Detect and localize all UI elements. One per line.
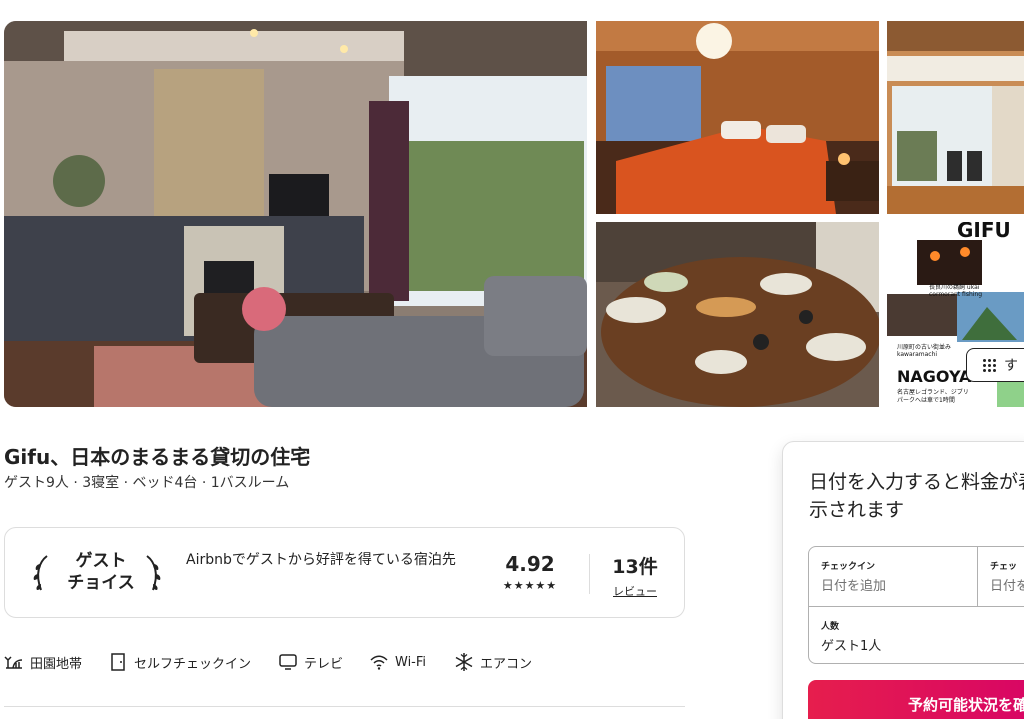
- divider: [589, 554, 590, 594]
- amenity-label: Wi-Fi: [395, 654, 427, 670]
- laurel-right-icon: [146, 555, 161, 591]
- grid-dots-icon: [983, 358, 996, 372]
- countryside-icon: [4, 656, 23, 669]
- guests-label: 人数: [821, 622, 840, 632]
- rating-block: 4.92 ★★★★★: [499, 552, 561, 592]
- reviews-block[interactable]: 13件 レビュー: [605, 552, 665, 599]
- section-divider: [4, 706, 685, 707]
- snowflake-icon: [455, 653, 473, 671]
- amenity-tv: テレビ: [278, 652, 343, 672]
- date-guest-picker: チェックイン 日付を追加 チェッ 日付を 人数 ゲスト1人: [808, 546, 1024, 664]
- tv-icon: [279, 654, 297, 670]
- map-kawaramachi-caption: 川原町の古い街並み kawaramachi: [897, 344, 952, 358]
- amenity-self-checkin: セルフチェックイン: [108, 652, 251, 672]
- review-count: 13件: [612, 556, 658, 578]
- amenity-label: セルフチェックイン: [134, 656, 252, 672]
- reviews-link[interactable]: レビュー: [605, 583, 665, 599]
- photo-bedroom[interactable]: [596, 21, 879, 214]
- amenity-label: 田園地帯: [30, 656, 83, 672]
- check-availability-button[interactable]: 予約可能状況を確: [808, 680, 1024, 719]
- guests-value: ゲスト1人: [821, 639, 882, 654]
- amenity-countryside: 田園地帯: [4, 652, 82, 672]
- checkin-value: 日付を追加: [821, 579, 887, 594]
- wifi-icon: [370, 655, 388, 670]
- photo-engawa-hallway[interactable]: [887, 21, 1024, 214]
- badge-line-1: ゲスト: [75, 551, 127, 571]
- star-rating-icon: ★★★★★: [502, 579, 558, 592]
- amenity-label: テレビ: [304, 656, 344, 672]
- guest-favorite-card: ゲスト チョイス Airbnbでゲストから好評を得ている宿泊先 4.92 ★★★…: [4, 527, 685, 618]
- rating-value: 4.92: [505, 552, 555, 576]
- checkin-label: チェックイン: [821, 562, 876, 572]
- photo-dining-table[interactable]: [596, 222, 879, 407]
- booking-card: 日付を入力すると料金が表示されます チェックイン 日付を追加 チェッ 日付を 人…: [782, 441, 1024, 719]
- listing-summary: ゲスト9人 · 3寝室 · ベッド4台 · 1バスルーム: [4, 475, 290, 491]
- map-ukai-caption: 長良川の鵜飼 ukai cormorant fishing: [929, 284, 983, 298]
- guests-field[interactable]: 人数 ゲスト1人: [809, 607, 1024, 665]
- guest-choice-badge: ゲスト チョイス: [57, 550, 145, 594]
- door-icon: [111, 653, 125, 671]
- amenity-wifi: Wi-Fi: [369, 652, 426, 672]
- show-all-label: す: [1004, 358, 1018, 374]
- map-nagoya-label: NAGOYA: [897, 367, 972, 386]
- show-all-photos-button[interactable]: す: [966, 348, 1024, 382]
- amenity-label: エアコン: [480, 656, 533, 672]
- photo-living-room[interactable]: [4, 21, 587, 407]
- map-nagoya-caption: 名古屋レゴランド、ジブリ パークへは車で1時間: [897, 389, 969, 404]
- amenity-air-conditioning: エアコン: [454, 652, 532, 672]
- listing-title: Gifu、日本のまるまる貸切の住宅: [4, 445, 311, 469]
- guest-favorite-description: Airbnbでゲストから好評を得ている宿泊先: [186, 552, 456, 568]
- checkout-label: チェッ: [990, 562, 1018, 572]
- booking-prompt: 日付を入力すると料金が表示されます: [809, 471, 1024, 521]
- map-gifu-label: GIFU: [957, 222, 1011, 242]
- checkout-field[interactable]: チェッ 日付を: [978, 547, 1024, 606]
- checkin-field[interactable]: チェックイン 日付を追加: [809, 547, 977, 606]
- badge-line-2: チョイス: [67, 573, 135, 593]
- laurel-left-icon: [33, 555, 48, 591]
- checkout-value: 日付を: [990, 579, 1024, 594]
